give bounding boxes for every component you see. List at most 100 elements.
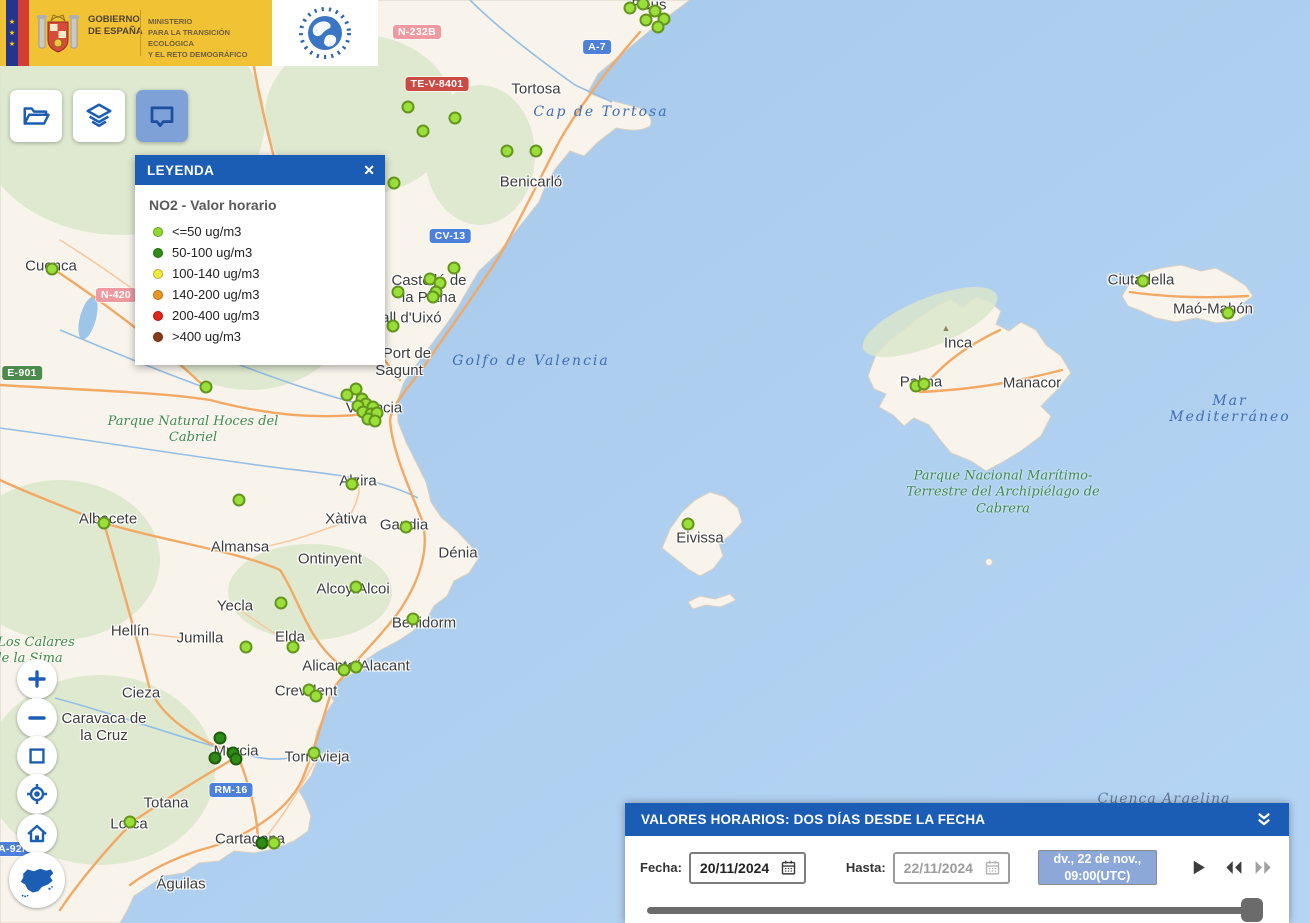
station-marker-low[interactable]	[652, 21, 665, 34]
gobierno-label: GOBIERNO DE ESPAÑA	[88, 14, 143, 39]
station-marker-low[interactable]	[308, 747, 321, 760]
station-marker-low[interactable]	[402, 101, 415, 114]
station-marker-low[interactable]	[392, 286, 405, 299]
current-datetime-display[interactable]: dv., 22 de nov., 09:00(UTC)	[1038, 850, 1157, 885]
station-marker-low[interactable]	[388, 177, 401, 190]
legend-swatch	[153, 290, 163, 300]
station-marker-high[interactable]	[214, 732, 227, 745]
legend-item-label: 50-100 ug/m3	[172, 245, 252, 260]
station-marker-low[interactable]	[501, 145, 514, 158]
legend-item: 100-140 ug/m3	[149, 263, 371, 284]
air-quality-map-app: ReusTortosaCap de TortosaBenicarlóCastel…	[0, 0, 1310, 923]
zoom-out-button[interactable]	[17, 698, 57, 738]
legend-item: <=50 ug/m3	[149, 221, 371, 242]
station-marker-low[interactable]	[341, 389, 354, 402]
fecha-label: Fecha:	[640, 860, 682, 875]
station-marker-low[interactable]	[346, 478, 359, 491]
station-marker-low[interactable]	[530, 145, 543, 158]
station-marker-low[interactable]	[124, 816, 137, 829]
time-slider-track[interactable]	[647, 907, 1255, 914]
station-marker-low[interactable]	[449, 112, 462, 125]
legend-toggle-button[interactable]	[136, 90, 188, 142]
fecha-field-box	[689, 852, 806, 884]
station-marker-low[interactable]	[98, 517, 111, 530]
spain-extent-button[interactable]	[9, 852, 65, 908]
station-marker-low[interactable]	[200, 381, 213, 394]
double-chevron-down-icon	[1255, 811, 1273, 829]
layers-icon	[84, 101, 114, 131]
legend-header: LEYENDA ✕	[135, 155, 385, 185]
collapse-panel-button[interactable]	[1255, 811, 1273, 829]
close-icon[interactable]: ✕	[363, 163, 375, 177]
station-marker-low[interactable]	[287, 641, 300, 654]
flag-red-strip	[18, 0, 29, 66]
time-slider-handle[interactable]	[1241, 898, 1263, 922]
legend-item: 200-400 ug/m3	[149, 305, 371, 326]
step-back-button[interactable]	[1223, 858, 1244, 877]
open-file-button[interactable]	[10, 90, 62, 142]
station-marker-high[interactable]	[230, 753, 243, 766]
logo-divider	[140, 10, 141, 56]
station-marker-low[interactable]	[640, 14, 653, 27]
folder-open-icon	[21, 101, 51, 131]
station-marker-low[interactable]	[233, 494, 246, 507]
station-marker-low[interactable]	[387, 320, 400, 333]
legend-swatch	[153, 332, 163, 342]
station-marker-low[interactable]	[46, 263, 59, 276]
play-button[interactable]	[1189, 858, 1208, 877]
station-marker-low[interactable]	[448, 262, 461, 275]
globe-icon	[297, 5, 353, 61]
home-icon	[25, 822, 49, 846]
fast-forward-icon	[1253, 858, 1274, 877]
hasta-input[interactable]	[902, 859, 984, 877]
geolocate-button[interactable]	[17, 774, 57, 814]
fecha-input[interactable]	[698, 859, 780, 877]
square-icon	[26, 745, 48, 767]
legend-item: 50-100 ug/m3	[149, 242, 371, 263]
station-marker-low[interactable]	[400, 521, 413, 534]
time-panel-header: VALORES HORARIOS: DOS DÍAS DESDE LA FECH…	[625, 803, 1289, 836]
time-panel-controls: Fecha: Hasta: dv., 22 de nov., 09:00(UTC…	[625, 850, 1289, 885]
station-marker-low[interactable]	[268, 837, 281, 850]
layers-button[interactable]	[73, 90, 125, 142]
calendar-icon[interactable]	[984, 859, 1001, 876]
station-marker-low[interactable]	[240, 641, 253, 654]
map-canvas[interactable]	[0, 0, 1310, 923]
station-marker-low[interactable]	[427, 291, 440, 304]
legend-item: 140-200 ug/m3	[149, 284, 371, 305]
hasta-field-box	[893, 852, 1010, 884]
station-marker-low[interactable]	[417, 125, 430, 138]
hasta-label: Hasta:	[846, 860, 886, 875]
station-marker-low[interactable]	[1137, 275, 1150, 288]
extent-select-button[interactable]	[17, 736, 57, 776]
station-marker-low[interactable]	[275, 597, 288, 610]
home-extent-button[interactable]	[17, 814, 57, 854]
legend-item: >400 ug/m3	[149, 326, 371, 347]
station-marker-low[interactable]	[369, 415, 382, 428]
agency-logo	[272, 0, 378, 66]
station-marker-high[interactable]	[209, 752, 222, 765]
station-marker-low[interactable]	[350, 661, 363, 674]
step-forward-button[interactable]	[1253, 858, 1274, 877]
plus-icon	[25, 667, 49, 691]
rewind-icon	[1223, 858, 1244, 877]
station-marker-low[interactable]	[350, 581, 363, 594]
station-marker-low[interactable]	[310, 690, 323, 703]
station-marker-low[interactable]	[682, 518, 695, 531]
station-marker-low[interactable]	[1222, 307, 1235, 320]
legend-item-label: <=50 ug/m3	[172, 224, 241, 239]
legend-title: LEYENDA	[147, 163, 214, 178]
toolbar	[10, 90, 188, 142]
station-marker-low[interactable]	[918, 378, 931, 391]
station-marker-low[interactable]	[624, 2, 637, 15]
comment-icon	[147, 101, 177, 131]
station-marker-low[interactable]	[407, 613, 420, 626]
time-panel-title: VALORES HORARIOS: DOS DÍAS DESDE LA FECH…	[641, 812, 985, 827]
time-slider	[647, 897, 1255, 923]
legend-swatch	[153, 269, 163, 279]
calendar-icon[interactable]	[780, 859, 797, 876]
zoom-in-button[interactable]	[17, 659, 57, 699]
ministerio-label: MINISTERIO PARA LA TRANSICIÓN ECOLÓGICA …	[148, 16, 272, 60]
legend-item-label: 140-200 ug/m3	[172, 287, 259, 302]
legend-items: <=50 ug/m3 50-100 ug/m3 100-140 ug/m3 140-2…	[149, 221, 371, 347]
